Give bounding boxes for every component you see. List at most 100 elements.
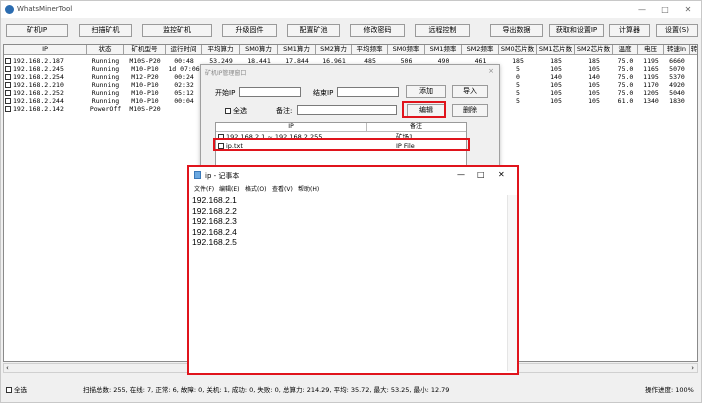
- table-row[interactable]: 192.168.2.245: [5, 65, 87, 73]
- calculator-button[interactable]: 计算器: [609, 24, 650, 37]
- start-ip-label: 开始IP: [215, 89, 236, 97]
- select-all-text: 全选: [233, 107, 247, 115]
- menu-help[interactable]: 帮助(H): [298, 184, 319, 193]
- select-all-option[interactable]: 全选: [225, 106, 247, 116]
- col-header-sm2-chips[interactable]: SM2芯片数: [575, 45, 613, 55]
- table-row[interactable]: 192.168.2.187: [5, 57, 87, 65]
- end-ip-input[interactable]: [337, 87, 399, 97]
- upgrade-firmware-button[interactable]: 升级固件: [222, 24, 277, 37]
- menu-format[interactable]: 格式(O): [245, 184, 266, 193]
- col-header-model[interactable]: 矿机型号: [124, 45, 166, 55]
- delete-button[interactable]: 删除: [452, 104, 488, 117]
- row-sm0-chips: 0: [516, 73, 520, 81]
- row-checkbox[interactable]: [5, 98, 11, 104]
- notepad-minimize-icon[interactable]: —: [457, 170, 465, 179]
- row-uptime: 1d 07:06: [168, 65, 200, 73]
- table-row[interactable]: 192.168.2.254: [5, 73, 87, 81]
- monitor-miner-button[interactable]: 监控矿机: [142, 24, 212, 37]
- table-row[interactable]: 192.168.2.244: [5, 97, 87, 105]
- row-fan-in: 5070: [669, 65, 685, 73]
- col-header-ip[interactable]: IP: [4, 45, 87, 55]
- scroll-left-icon[interactable]: ‹: [6, 364, 9, 373]
- close-button[interactable]: ✕: [677, 3, 699, 16]
- table-row[interactable]: 192.168.2.142: [5, 105, 87, 113]
- col-header-uptime[interactable]: 运行时间: [166, 45, 202, 55]
- list-item[interactable]: 192.168.2.1 ~ 192.168.2.255 矿场1: [218, 133, 466, 141]
- edit-button[interactable]: 编辑: [407, 104, 445, 117]
- col-header-sm0-freq[interactable]: SM0频率: [388, 45, 425, 55]
- col-header-sm1-hashrate[interactable]: SM1算力: [278, 45, 316, 55]
- notepad-maximize-icon[interactable]: □: [477, 170, 485, 179]
- col-header-sm2-freq[interactable]: SM2频率: [462, 45, 499, 55]
- menu-edit[interactable]: 编辑(E): [219, 184, 239, 193]
- row-ip: 192.168.2.210: [13, 81, 64, 89]
- dialog-close-icon[interactable]: ×: [488, 67, 494, 75]
- col-header-avg-freq[interactable]: 平均频率: [352, 45, 388, 55]
- col-header-sm0-hashrate[interactable]: SM0算力: [240, 45, 278, 55]
- row-checkbox[interactable]: [5, 58, 11, 64]
- row-uptime: 00:48: [174, 57, 194, 65]
- list-item[interactable]: ip.txt IP File: [218, 142, 466, 150]
- col-header-sm0-chips[interactable]: SM0芯片数: [499, 45, 537, 55]
- notepad-text-area[interactable]: 192.168.2.1 192.168.2.2 192.168.2.3 192.…: [192, 195, 237, 248]
- item-checkbox[interactable]: [218, 134, 224, 140]
- menu-view[interactable]: 查看(V): [272, 184, 293, 193]
- row-checkbox[interactable]: [5, 90, 11, 96]
- item-checkbox[interactable]: [218, 143, 224, 149]
- col-header-sm2-hashrate[interactable]: SM2算力: [316, 45, 352, 55]
- list-item-note: 矿场1: [396, 133, 414, 141]
- app-logo-icon: [5, 5, 14, 14]
- list-header-ip[interactable]: IP: [216, 123, 367, 132]
- row-sm1-chips: 140: [550, 73, 562, 81]
- notepad-title: ip - 记事本: [205, 172, 240, 180]
- minimize-button[interactable]: —: [631, 3, 653, 16]
- change-password-button[interactable]: 修改密码: [350, 24, 405, 37]
- row-sm1-chips: 105: [550, 81, 562, 89]
- text-line: 192.168.2.3: [192, 216, 237, 226]
- col-header-status[interactable]: 状态: [87, 45, 124, 55]
- row-checkbox[interactable]: [5, 66, 11, 72]
- table-row[interactable]: 192.168.2.210: [5, 81, 87, 89]
- add-button[interactable]: 添加: [406, 85, 446, 98]
- row-ip: 192.168.2.245: [13, 65, 64, 73]
- get-set-ip-button[interactable]: 获取和设置IP: [549, 24, 604, 37]
- checkbox-icon[interactable]: [225, 108, 231, 114]
- miner-ip-button[interactable]: 矿机IP: [6, 24, 68, 37]
- row-model: M10S-P20: [129, 105, 161, 113]
- col-header-voltage[interactable]: 电压: [638, 45, 664, 55]
- row-status: Running: [91, 65, 120, 73]
- select-all-checkbox[interactable]: 全选: [6, 384, 27, 394]
- table-row[interactable]: 192.168.2.252: [5, 89, 87, 97]
- row-checkbox[interactable]: [5, 74, 11, 80]
- list-item-ip: 192.168.2.1 ~ 192.168.2.255: [226, 133, 323, 141]
- row-ip: 192.168.2.187: [13, 57, 64, 65]
- select-all-label: 全选: [14, 386, 27, 394]
- start-ip-input[interactable]: [239, 87, 301, 97]
- settings-button[interactable]: 设置(S): [656, 24, 698, 37]
- col-header-sm1-chips[interactable]: SM1芯片数: [537, 45, 575, 55]
- row-checkbox[interactable]: [5, 106, 11, 112]
- row-status: PowerOff: [89, 105, 122, 113]
- notepad-vertical-scrollbar[interactable]: [507, 195, 517, 371]
- row-ip: 192.168.2.142: [13, 105, 64, 113]
- list-header-note[interactable]: 备注: [366, 123, 466, 132]
- checkbox-icon[interactable]: [6, 387, 12, 393]
- col-header-fan-out[interactable]: 转: [690, 45, 697, 55]
- notepad-close-icon[interactable]: ✕: [498, 170, 505, 179]
- note-input[interactable]: [297, 105, 397, 115]
- row-sm2-chips: 105: [588, 65, 600, 73]
- col-header-sm1-freq[interactable]: SM1频率: [425, 45, 462, 55]
- row-checkbox[interactable]: [5, 82, 11, 88]
- import-button[interactable]: 导入: [452, 85, 488, 98]
- maximize-button[interactable]: □: [654, 3, 676, 16]
- row-temp: 75.0: [617, 57, 634, 65]
- scan-miner-button[interactable]: 扫描矿机: [79, 24, 132, 37]
- col-header-temp[interactable]: 温度: [613, 45, 638, 55]
- col-header-avg-hashrate[interactable]: 平均算力: [202, 45, 240, 55]
- config-pool-button[interactable]: 配置矿池: [287, 24, 340, 37]
- scroll-right-icon[interactable]: ›: [691, 364, 694, 373]
- col-header-fan-in[interactable]: 转速In: [664, 45, 690, 55]
- menu-file[interactable]: 文件(F): [194, 184, 214, 193]
- export-data-button[interactable]: 导出数据: [490, 24, 543, 37]
- remote-control-button[interactable]: 远程控制: [415, 24, 470, 37]
